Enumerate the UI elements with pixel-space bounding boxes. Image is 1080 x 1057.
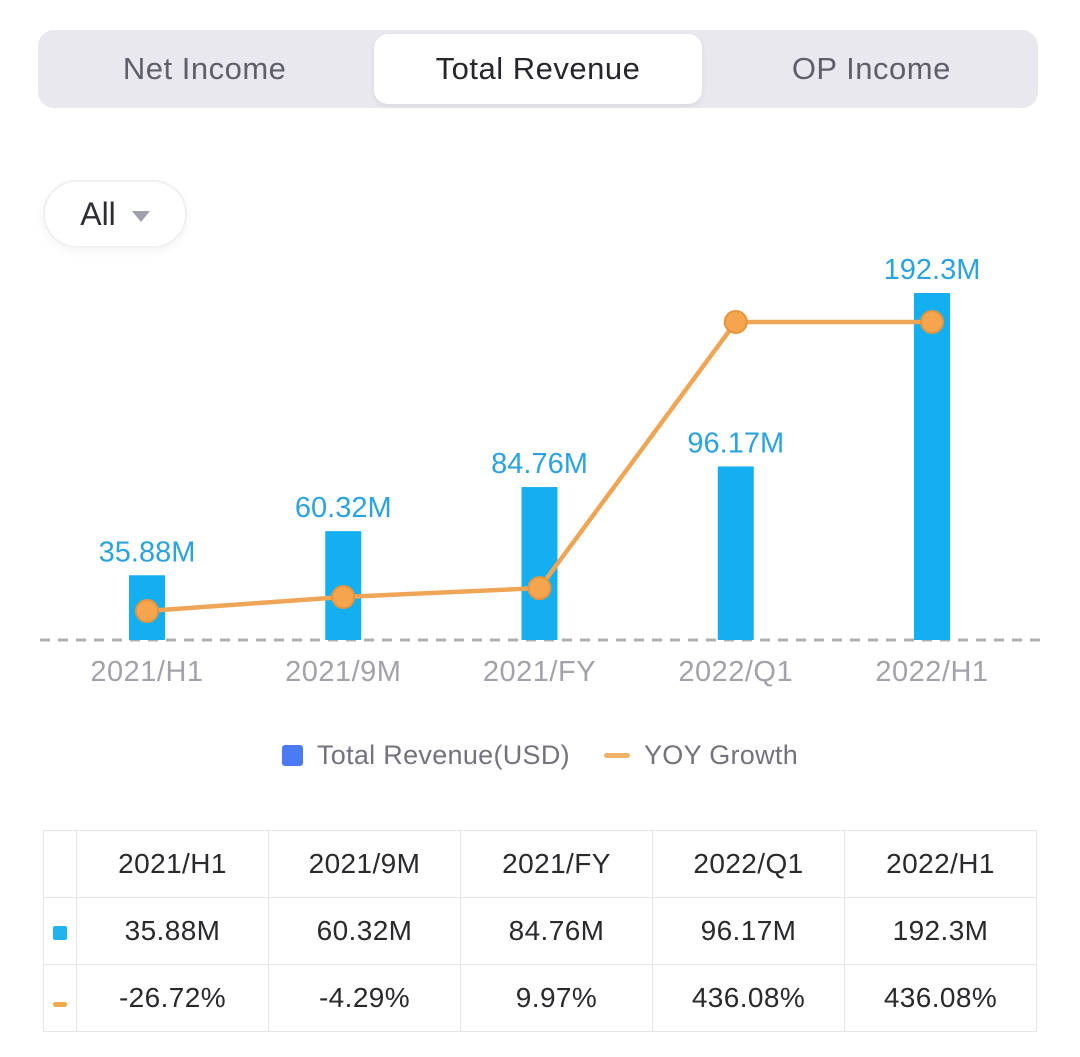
tab-net-income[interactable]: Net Income bbox=[41, 34, 368, 104]
table-row-yoy: -26.72% -4.29% 9.97% 436.08% 436.08% bbox=[43, 964, 1037, 1032]
line-point-2022/H1 bbox=[920, 310, 944, 334]
table-header: 2021/9M bbox=[268, 830, 461, 898]
line-point-2022/Q1 bbox=[723, 310, 748, 334]
bar-2021/FY bbox=[521, 487, 558, 640]
line-series-swatch-icon bbox=[603, 753, 630, 758]
revenue-cell: 35.88M bbox=[76, 897, 269, 965]
metric-tab-bar: Net Income Total Revenue OP Income bbox=[38, 30, 1038, 108]
bar-2022/H1 bbox=[914, 293, 950, 640]
x-axis-label: 2021/H1 bbox=[90, 656, 203, 688]
bar-series-swatch-icon bbox=[281, 745, 303, 766]
table-header: 2021/H1 bbox=[76, 830, 269, 898]
chart-legend: Total Revenue(USD) YOY Growth bbox=[0, 740, 1080, 771]
bar-value-label: 60.32M bbox=[295, 492, 392, 524]
x-axis-label: 2022/H1 bbox=[875, 656, 988, 688]
financial-metrics-panel: { "tab_bar": { "items": [ { "label": "Ne… bbox=[0, 0, 1080, 1057]
metrics-table: 2021/H1 2021/9M 2021/FY 2022/Q1 2022/H1 … bbox=[43, 830, 1037, 1032]
table-corner-cell bbox=[43, 830, 77, 898]
tab-op-income[interactable]: OP Income bbox=[708, 34, 1035, 104]
period-filter-value: All bbox=[80, 195, 116, 232]
bar-value-label: 35.88M bbox=[99, 536, 196, 568]
dash-swatch-icon bbox=[53, 1002, 67, 1007]
bar-value-label: 96.17M bbox=[687, 427, 784, 459]
period-filter-dropdown[interactable]: All bbox=[43, 180, 187, 248]
revenue-row-icon-cell bbox=[43, 897, 77, 965]
revenue-cell: 84.76M bbox=[460, 897, 653, 965]
yoy-cell: -4.29% bbox=[268, 964, 461, 1032]
line-point-2021/H1 bbox=[135, 599, 159, 623]
bar-swatch-icon bbox=[53, 926, 67, 940]
yoy-cell: 9.97% bbox=[460, 964, 653, 1032]
table-header-row: 2021/H1 2021/9M 2021/FY 2022/Q1 2022/H1 bbox=[43, 830, 1037, 898]
revenue-chart-svg: 35.88M 60.32M 84.76M 96.17M 192.3M 2021/H1 202… bbox=[40, 254, 1040, 688]
legend-label-yoy: YOY Growth bbox=[643, 740, 799, 770]
revenue-cell: 60.32M bbox=[268, 897, 461, 965]
line-point-2021/9M bbox=[331, 584, 356, 609]
bar-2022/Q1 bbox=[717, 466, 754, 640]
revenue-cell: 96.17M bbox=[652, 897, 845, 965]
line-point-2021/FY bbox=[527, 576, 552, 601]
x-axis-label: 2021/9M bbox=[285, 656, 401, 688]
table-row-revenue: 35.88M 60.32M 84.76M 96.17M 192.3M bbox=[43, 897, 1037, 965]
legend-label-revenue: Total Revenue(USD) bbox=[316, 740, 570, 770]
x-axis-label: 2021/FY bbox=[483, 656, 596, 688]
revenue-chart: 35.88M 60.32M 84.76M 96.17M 192.3M 2021/H1 202… bbox=[40, 250, 1040, 700]
table-header: 2022/H1 bbox=[844, 830, 1037, 898]
legend-item-revenue: Total Revenue(USD) bbox=[281, 740, 570, 771]
yoy-cell: 436.08% bbox=[652, 964, 845, 1032]
yoy-cell: -26.72% bbox=[76, 964, 269, 1032]
bar-value-label: 84.76M bbox=[491, 448, 588, 480]
chevron-down-icon bbox=[131, 210, 150, 222]
legend-item-yoy: YOY Growth bbox=[603, 740, 799, 771]
yoy-cell: 436.08% bbox=[844, 964, 1037, 1032]
table-header: 2021/FY bbox=[460, 830, 653, 898]
yoy-row-icon-cell bbox=[43, 964, 77, 1032]
x-axis-label: 2022/Q1 bbox=[678, 656, 793, 688]
table-header: 2022/Q1 bbox=[652, 830, 845, 898]
bar-value-label: 192.3M bbox=[884, 254, 981, 286]
tab-total-revenue[interactable]: Total Revenue bbox=[374, 34, 702, 104]
revenue-cell: 192.3M bbox=[844, 897, 1037, 965]
